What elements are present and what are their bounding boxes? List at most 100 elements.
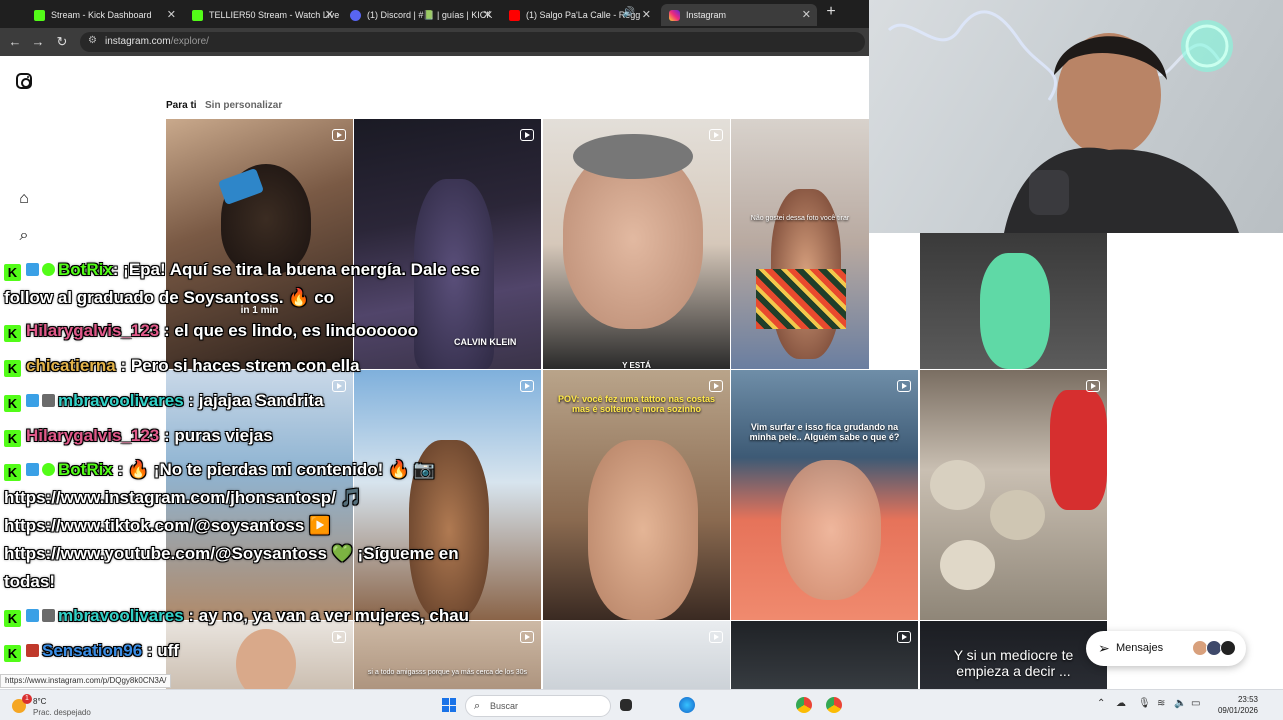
screen: Stream - Kick Dashboard ✕ TELLIER50 Stre… <box>0 0 1283 720</box>
search-icon: ⌕ <box>474 700 481 712</box>
reload-icon[interactable]: ↻ <box>54 34 70 50</box>
post-caption: Y ESTÁ <box>622 361 651 369</box>
chrome-icon[interactable] <box>796 697 812 713</box>
messages-button[interactable]: ➢ Mensajes <box>1086 631 1246 666</box>
close-icon[interactable]: ✕ <box>325 8 334 21</box>
close-icon[interactable]: ✕ <box>642 8 651 21</box>
cube-badge-icon <box>26 609 39 622</box>
taskbar-search[interactable]: ⌕ Buscar <box>465 695 611 717</box>
tab-discord[interactable]: (1) Discord | #📗 | guías | KICK ✕ <box>342 4 498 26</box>
reel-icon <box>332 129 346 141</box>
chat-username[interactable]: Hilarygalvis_123 <box>26 426 159 445</box>
tab-youtube[interactable]: (1) Salgo Pa'La Calle - Regg 🔊 ✕ <box>501 4 657 26</box>
cube-badge-icon <box>26 263 39 276</box>
forward-icon[interactable]: → <box>30 34 46 49</box>
chrome-profile-icon[interactable] <box>826 697 842 713</box>
tab-tellier50-stream[interactable]: TELLIER50 Stream - Watch Live ✕ <box>184 4 340 26</box>
chat-username[interactable]: Sensation96 <box>42 641 142 660</box>
chat-text: https://www.instagram.com/jhonsantosp/ 🎵 <box>4 488 362 507</box>
reel-icon <box>897 380 911 392</box>
close-icon[interactable]: ✕ <box>802 8 811 21</box>
chat-username[interactable]: BotRix <box>58 260 113 279</box>
post-tile[interactable]: Y ESTÁ <box>543 119 730 369</box>
reel-icon <box>1086 380 1100 392</box>
site-info-icon[interactable]: ⚙ <box>88 35 97 46</box>
cube-badge-icon <box>26 463 39 476</box>
chat-text: ay no, ya van a ver mujeres, chau <box>198 606 470 625</box>
chevron-up-icon[interactable]: ⌃ <box>1097 698 1105 709</box>
reel-icon <box>332 380 346 392</box>
battery-icon[interactable]: ▭ <box>1191 698 1200 709</box>
chat-message: todas! <box>4 572 55 592</box>
chat-username[interactable]: Hilarygalvis_123 <box>26 321 159 340</box>
taskbar: 1 8°C Prac. despejado ⌕ Buscar ⌃ ☁ 🎙 ≋ 🔈… <box>0 689 1283 720</box>
network-icon[interactable]: ☁ <box>1116 698 1126 709</box>
send-icon: ➢ <box>1098 640 1110 656</box>
chat-message: K BotRix : 🔥 ¡No te pierdas mi contenido!… <box>4 460 435 481</box>
reel-icon <box>520 631 534 643</box>
chat-username[interactable]: mbravoolivares <box>58 606 184 625</box>
avatar <box>1220 640 1236 656</box>
post-tile[interactable]: si a todo amigasss porque ya más cerca d… <box>354 621 541 699</box>
post-tile[interactable] <box>731 621 918 699</box>
speaker-icon[interactable]: 🔊 <box>623 7 635 18</box>
instagram-logo-icon[interactable] <box>16 73 32 89</box>
post-tile[interactable] <box>543 621 730 699</box>
chat-text: https://www.youtube.com/@Soysantoss 💚 ¡S… <box>4 544 459 563</box>
kick-badge-icon: K <box>4 645 21 662</box>
chat-message: Kmbravoolivares : ay no, ya van a ver mu… <box>4 606 469 627</box>
instagram-icon <box>669 9 680 21</box>
post-tile[interactable] <box>166 621 353 699</box>
close-icon[interactable]: ✕ <box>167 8 176 21</box>
chat-username[interactable]: mbravoolivares <box>58 391 184 410</box>
sub-badge-icon <box>42 394 55 407</box>
chat-text: Pero si haces strem con ella <box>130 356 360 375</box>
new-tab-button[interactable]: + <box>824 3 838 21</box>
clock[interactable]: 23:53 09/01/2026 <box>1212 694 1258 716</box>
verified-badge-icon <box>42 263 55 276</box>
close-icon[interactable]: ✕ <box>483 8 492 21</box>
discord-icon <box>350 9 361 21</box>
post-tile[interactable]: Y si un mediocre te empieza a decir ... <box>920 621 1107 699</box>
reel-icon <box>520 380 534 392</box>
chat-message: https://www.instagram.com/jhonsantosp/ 🎵 <box>4 488 362 508</box>
post-tile[interactable]: POV: você fez uma tattoo nas costas mas … <box>543 370 730 620</box>
browser-tab-bar: Stream - Kick Dashboard ✕ TELLIER50 Stre… <box>0 0 870 28</box>
post-tile[interactable] <box>920 233 1107 369</box>
home-icon[interactable]: ⌂ <box>15 190 33 208</box>
kick-badge-icon: K <box>4 430 21 447</box>
chat-username[interactable]: chicatierna <box>26 356 116 375</box>
tab-instagram[interactable]: Instagram ✕ <box>661 4 817 26</box>
volume-icon[interactable]: 🔈 <box>1174 698 1186 709</box>
microphone-icon[interactable]: 🎙 <box>1138 698 1151 709</box>
address-bar[interactable]: ⚙ instagram.com/explore/ <box>80 32 865 52</box>
chat-message: K BotRix: ¡Epa! Aquí se tira la buena ene… <box>4 260 480 281</box>
chat-text: todas! <box>4 572 55 591</box>
edge-icon[interactable] <box>679 697 695 713</box>
reel-icon <box>709 380 723 392</box>
chat-message: Kmbravoolivares : jajajaa Sandrita <box>4 391 324 412</box>
search-icon[interactable]: ⌕ <box>15 227 33 245</box>
post-tile[interactable] <box>920 370 1107 620</box>
post-tile[interactable]: Vim surfar e isso fica grudando na minha… <box>731 370 918 620</box>
weather-temp: 8°C <box>33 697 47 706</box>
post-caption: Y si un mediocre te empieza a decir ... <box>953 647 1074 679</box>
post-tile[interactable] <box>354 370 541 620</box>
filter-sin-personalizar[interactable]: Sin personalizar <box>205 100 282 111</box>
clock-time: 23:53 <box>1237 695 1258 704</box>
tab-kick-dashboard[interactable]: Stream - Kick Dashboard ✕ <box>26 4 182 26</box>
filter-para-ti[interactable]: Para ti <box>166 100 197 111</box>
url-text: instagram.com/explore/ <box>105 36 209 47</box>
kick-badge-icon: K <box>4 264 21 281</box>
weather-alert-badge: 1 <box>22 694 32 704</box>
chat-username[interactable]: BotRix <box>58 460 113 479</box>
back-icon[interactable]: ← <box>7 34 23 49</box>
chat-message: https://www.tiktok.com/@soysantoss ▶️ <box>4 516 330 536</box>
task-view-icon[interactable] <box>620 699 632 711</box>
wifi-icon[interactable]: ≋ <box>1157 698 1165 709</box>
kick-icon <box>192 9 203 21</box>
windows-start-icon[interactable] <box>442 698 456 712</box>
reel-icon <box>897 631 911 643</box>
post-tile[interactable]: Não gostei dessa foto você tirar <box>731 119 869 369</box>
weather-widget[interactable]: 1 8°C Prac. despejado <box>12 694 102 718</box>
